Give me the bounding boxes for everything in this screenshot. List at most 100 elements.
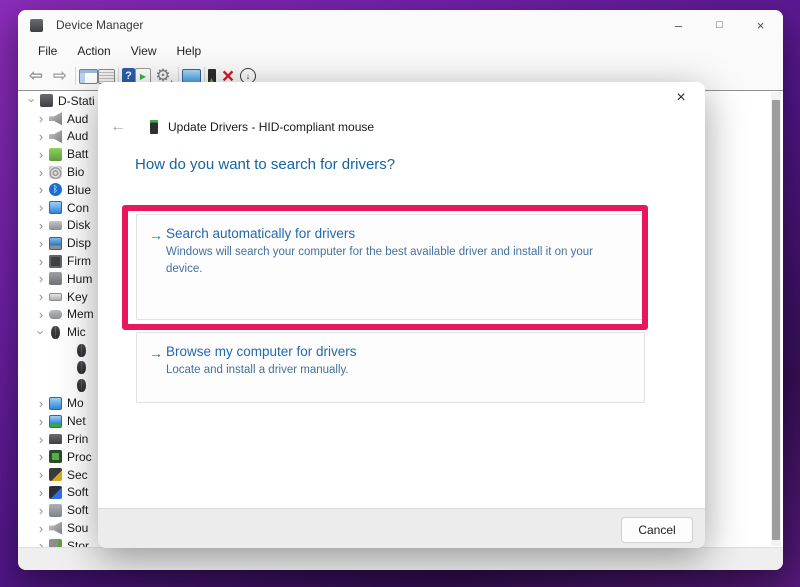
processor-icon [49,450,62,464]
vertical-scrollbar[interactable] [771,92,781,546]
option-title: Search automatically for drivers [166,226,356,241]
option-description: Windows will search your computer for th… [166,246,593,276]
menu-action[interactable]: Action [67,42,120,60]
tree-item-label: Proc [67,449,92,464]
cancel-button[interactable]: Cancel [621,517,693,543]
tree-item-label: Mic [67,325,86,340]
tree-item-label: Mem [67,307,94,322]
vertical-scrollbar-thumb[interactable] [772,100,780,540]
chevron-right-icon[interactable]: › [33,148,49,161]
bluetooth-icon [49,183,62,197]
sound-icon [49,521,62,535]
network-icon [49,414,62,428]
chevron-right-icon[interactable]: › [33,433,49,446]
mouse-icon [51,325,60,339]
tree-item-label: Firm [67,254,91,269]
chevron-right-icon[interactable]: › [33,219,49,232]
hid-icon [49,272,62,286]
toolbar-separator [75,67,76,85]
speaker-icon [49,112,62,126]
arrow-right-icon: → [149,227,163,243]
tree-item-label: Batt [67,147,89,162]
monitor-icon [49,201,62,215]
maximize-button[interactable]: □ [699,10,740,40]
tree-item-label: Aud [67,129,89,144]
tree-item-label: Prin [67,432,89,447]
chevron-right-icon[interactable]: › [33,290,49,303]
forward-icon[interactable] [48,65,72,87]
chevron-right-icon[interactable]: › [33,308,49,321]
tree-item-label: Soft [67,503,89,518]
horizontal-scrollbar[interactable] [18,547,783,570]
tree-item-label: Net [67,414,86,429]
minimize-button[interactable]: – [658,10,699,40]
printer-icon [49,434,62,445]
chevron-right-icon[interactable]: › [33,112,49,125]
dialog-back-icon[interactable]: ← [110,118,134,136]
chevron-down-icon[interactable]: › [33,326,49,339]
monitor-icon [49,396,62,410]
show-console-tree-icon[interactable] [79,68,98,84]
menu-bar: File Action View Help [18,40,783,62]
option-browse-computer[interactable]: → Browse my computer for drivers Locate … [136,332,645,403]
chevron-right-icon[interactable]: › [33,201,49,214]
battery-icon [49,147,62,161]
firmware-icon [49,254,62,268]
chevron-right-icon[interactable]: › [33,255,49,268]
tree-item-label: Aud [67,111,89,126]
memory-icon [49,309,62,319]
mouse-icon [77,379,86,393]
fingerprint-icon [49,165,62,179]
tree-item-label: D-Stati [58,93,95,108]
dialog-header: ← Update Drivers - HID-compliant mouse [110,118,374,136]
chevron-down-icon[interactable]: › [24,94,40,107]
title-bar[interactable]: Device Manager – □ × [18,10,783,40]
chevron-right-icon[interactable]: › [33,504,49,517]
chevron-right-icon[interactable]: › [33,486,49,499]
option-search-automatically[interactable]: → Search automatically for drivers Windo… [136,214,645,320]
software-device-icon [49,503,62,517]
chevron-right-icon[interactable]: › [33,166,49,179]
display-icon [49,236,62,250]
tree-item-label: Con [67,200,90,215]
dialog-heading: How do you want to search for drivers? [135,156,396,173]
tree-item-label: Soft [67,485,89,500]
disk-icon [49,220,62,230]
computer-icon [40,94,53,108]
menu-file[interactable]: File [28,42,67,60]
dialog-footer: Cancel [98,508,705,548]
option-description: Locate and install a driver manually. [166,364,349,376]
option-title: Browse my computer for drivers [166,344,357,359]
chevron-right-icon[interactable]: › [33,130,49,143]
tree-item-label: Mo [67,396,84,411]
speaker-icon [49,129,62,143]
chevron-right-icon[interactable]: › [33,450,49,463]
tree-item-label: Key [67,289,88,304]
mouse-icon [77,361,86,375]
chevron-right-icon[interactable]: › [33,237,49,250]
tree-item-label: Bio [67,165,85,180]
tree-item-label: Hum [67,271,93,286]
dialog-close-icon[interactable]: × [669,86,693,110]
software-component-icon [49,485,62,499]
dialog-title: Update Drivers - HID-compliant mouse [168,120,375,134]
tree-item-label: Disk [67,218,91,233]
keyboard-icon [49,292,62,301]
driver-device-icon [150,120,158,134]
chevron-right-icon[interactable]: › [33,397,49,410]
tree-item-label: Sou [67,521,89,536]
chevron-right-icon[interactable]: › [33,272,49,285]
close-button[interactable]: × [740,10,781,40]
desktop: Device Manager – □ × File Action View Help … [0,0,800,587]
window-title: Device Manager [56,18,144,32]
back-icon[interactable] [24,65,48,87]
chevron-right-icon[interactable]: › [33,468,49,481]
chevron-right-icon[interactable]: › [33,415,49,428]
tree-item-label: Sec [67,467,88,482]
chevron-right-icon[interactable]: › [33,522,49,535]
tree-item-label: Disp [67,236,92,251]
chevron-right-icon[interactable]: › [33,183,49,196]
menu-help[interactable]: Help [167,42,212,60]
menu-view[interactable]: View [121,42,167,60]
mouse-icon [77,343,86,357]
